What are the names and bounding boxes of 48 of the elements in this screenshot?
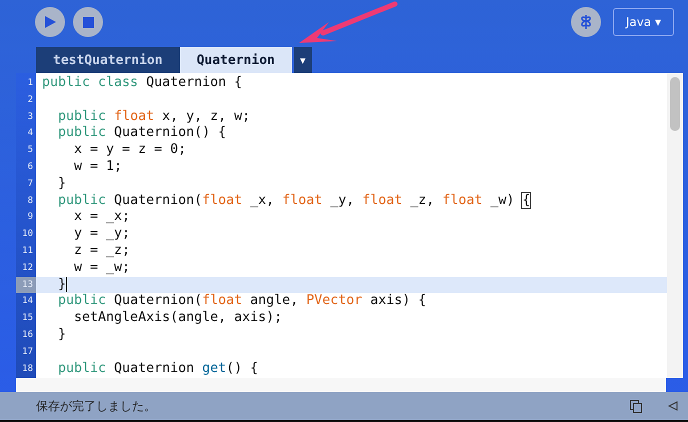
run-button[interactable] (35, 7, 65, 37)
line-number: 8 (26, 194, 34, 208)
scrollbar-thumb[interactable] (670, 77, 680, 131)
line-number: 18 (21, 362, 34, 376)
line-number: 3 (26, 110, 34, 124)
code-line: public Quaternion(float _x, float _y, float _z, float _w) { (57, 192, 530, 208)
copy-icon[interactable] (630, 400, 642, 412)
line-number: 13 (16, 276, 36, 294)
editor-tab[interactable]: testQuaternion (36, 47, 180, 73)
line-number: 17 (21, 346, 34, 359)
play-icon (43, 15, 57, 29)
mode-dropdown[interactable]: Java ▾ (612, 8, 674, 36)
code-line: } (57, 326, 66, 342)
line-number: 14 (21, 295, 34, 308)
code-line: public Quaternion(float angle, PVector axis) { (57, 293, 426, 308)
status-message: 保存が完了しました。 (36, 398, 156, 414)
collapse-icon[interactable] (668, 401, 678, 411)
code-line: w = _w; (73, 260, 130, 275)
line-number: 4 (26, 127, 34, 140)
code-line: x = _x; (73, 209, 130, 224)
code-line: z = _z; (73, 242, 130, 258)
code-line: } (57, 276, 68, 292)
debugger-button[interactable] (570, 7, 601, 37)
line-number: 15 (21, 312, 34, 326)
line-number: 2 (26, 94, 34, 107)
code-line: public Quaternion get() { (57, 360, 258, 376)
code-line: } (57, 176, 66, 191)
code-line: public Quaternion() { (57, 125, 226, 140)
line-number: 7 (26, 178, 34, 191)
code-line: x = y = z = 0; (73, 142, 186, 158)
line-number: 12 (21, 262, 34, 275)
editor-tab[interactable]: Quaternion (180, 47, 292, 73)
code-line: y = _y; (73, 226, 130, 242)
stop-icon (82, 16, 94, 28)
line-number: 10 (21, 228, 34, 242)
horizontal-scrollbar[interactable] (16, 378, 666, 392)
line-number: 1 (26, 77, 34, 90)
code-line: setAngleAxis(angle, axis); (73, 310, 282, 326)
line-number: 9 (26, 211, 34, 224)
tab-menu-button[interactable]: ▾ (294, 47, 312, 73)
code-line: w = 1; (73, 158, 122, 174)
code-line: public class Quaternion { (42, 75, 242, 90)
line-number: 11 (21, 244, 34, 258)
line-number: 5 (26, 144, 34, 158)
line-number: 6 (26, 160, 34, 174)
code-line: public float x, y, z, w; (57, 108, 250, 124)
line-number: 16 (21, 328, 34, 342)
stop-button[interactable] (73, 7, 103, 37)
